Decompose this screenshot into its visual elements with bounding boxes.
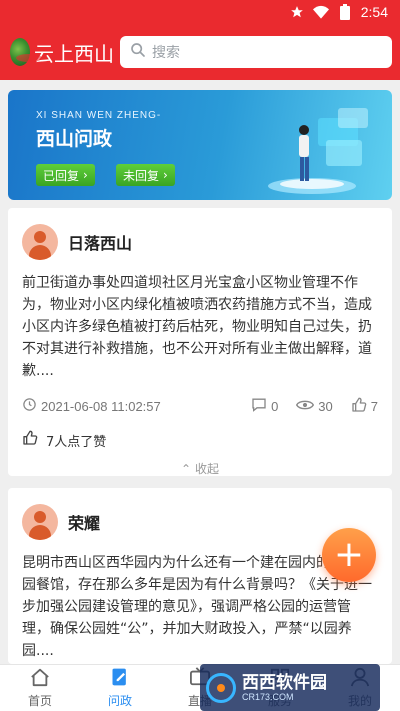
tab-wenzheng-label: 问政 — [107, 694, 132, 708]
battery-icon — [337, 4, 353, 20]
tab-home[interactable]: 首页 — [0, 665, 80, 711]
status-time: 2:54 — [360, 4, 388, 20]
like-button[interactable]: 7 — [351, 397, 378, 416]
post-date: 2021-06-08 11:02:57 — [22, 397, 233, 415]
post-date-text: 2021-06-08 11:02:57 — [41, 398, 161, 414]
post-meta: 2021-06-08 11:02:57 0 30 7 — [22, 396, 378, 416]
post-author: 荣耀 — [22, 502, 378, 542]
author-name: 荣耀 — [68, 514, 101, 533]
wenzheng-banner[interactable]: XI SHAN WEN ZHENG- 西山问政 已回复 › 未回复 › — [8, 90, 392, 200]
post-content[interactable]: 昆明市西山区西华园内为什么还有一个建在园内的山水花园餐馆，存在那么多年是因为有什… — [22, 552, 378, 668]
tab-wenzheng[interactable]: 问政 — [80, 665, 160, 711]
watermark-text: 西西软件园 — [242, 672, 327, 693]
unreplied-button[interactable]: 未回复 › — [116, 164, 175, 186]
thumbs-up-icon — [22, 430, 38, 450]
site-watermark: 西西软件园 CR173.COM — [200, 664, 380, 711]
replied-button[interactable]: 已回复 › — [36, 164, 95, 186]
banner-subtitle: XI SHAN WEN ZHENG- — [36, 110, 162, 121]
search-input[interactable]: 搜索 — [120, 36, 392, 68]
chevron-up-icon: ⌃ — [181, 462, 192, 476]
watermark-url: CR173.COM — [242, 691, 294, 702]
watermark-logo-icon — [206, 672, 236, 703]
banner-title: 西山问政 — [36, 128, 113, 150]
comment-count[interactable]: 0 — [251, 397, 278, 415]
app-logo[interactable]: 云上西山 — [10, 32, 114, 72]
like-count-text: 7 — [370, 398, 378, 414]
author-name: 日落西山 — [68, 234, 133, 253]
clock-icon — [22, 397, 37, 415]
chevron-right-icon: › — [163, 168, 168, 182]
post-card[interactable]: 日落西山 前卫街道办事处四道坝社区月光宝盒小区物业管理不作为，物业对小区内绿化植… — [8, 208, 392, 476]
search-placeholder: 搜索 — [152, 45, 180, 61]
collapse-button[interactable]: ⌃ 收起 — [22, 460, 378, 477]
banner-illustration — [268, 108, 368, 194]
app-header: 云上西山 搜索 — [0, 24, 400, 80]
edit-icon — [110, 667, 130, 690]
view-count: 30 — [296, 398, 333, 415]
comment-icon — [251, 397, 267, 415]
post-content[interactable]: 前卫街道办事处四道坝社区月光宝盒小区物业管理不作为，物业对小区内绿化植被喷洒农药… — [22, 272, 378, 382]
add-post-button[interactable]: + — [322, 528, 376, 582]
wifi-icon — [312, 4, 329, 20]
tab-home-label: 首页 — [27, 694, 52, 708]
eye-icon — [296, 398, 315, 415]
like-summary: 7人点了赞 — [22, 430, 378, 450]
logo-text: 云上西山 — [34, 41, 114, 66]
comment-count-text: 0 — [271, 398, 279, 414]
home-icon — [29, 667, 51, 690]
status-bar: 2:54 — [0, 0, 400, 24]
post-author: 日落西山 — [22, 222, 378, 262]
replied-button-label: 已回复 — [43, 168, 80, 183]
like-summary-text: 7人点了赞 — [46, 434, 107, 450]
collapse-label: 收起 — [194, 462, 219, 476]
avatar[interactable] — [22, 224, 58, 260]
view-count-text: 30 — [318, 398, 333, 414]
thumbs-up-icon — [351, 397, 367, 416]
logo-globe-icon — [10, 38, 42, 66]
search-icon — [130, 42, 146, 62]
chevron-right-icon: › — [83, 168, 88, 182]
star-icon — [289, 4, 305, 20]
avatar[interactable] — [22, 504, 58, 540]
unreplied-button-label: 未回复 — [123, 168, 160, 183]
